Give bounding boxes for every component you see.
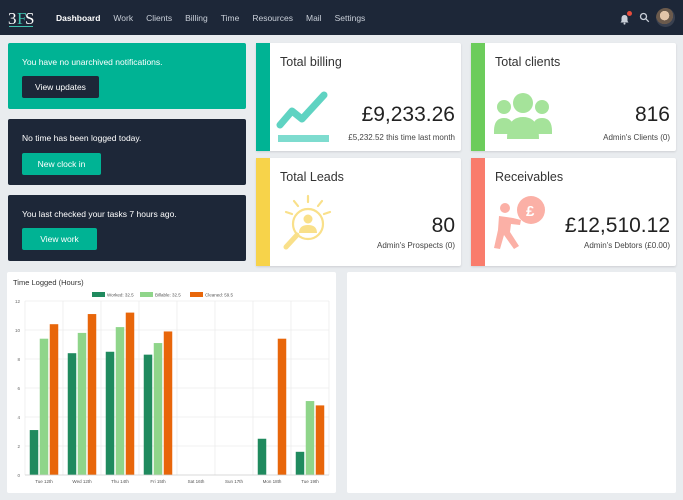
- x-tick-label: Sun 17th: [225, 479, 244, 484]
- svg-text:£: £: [526, 203, 535, 220]
- notification-bell-icon[interactable]: [619, 11, 632, 25]
- total-leads-card[interactable]: Total Leads 80 Admin's Prospects (0): [256, 158, 461, 266]
- y-tick-label: 10: [15, 328, 21, 333]
- bar-cleaned: [163, 331, 173, 475]
- receivables-value: £12,510.12: [564, 214, 670, 237]
- person-carrying-pound-icon: £: [494, 196, 545, 249]
- time-logged-message: No time has been logged today.: [22, 133, 142, 143]
- bar-cleaned: [87, 314, 97, 475]
- svg-text:3: 3: [8, 9, 17, 28]
- x-tick-label: Tue 19th: [301, 479, 319, 484]
- bar-billable: [77, 332, 87, 475]
- top-navbar: 3 F S Dashboard Work Clients Billing Tim…: [0, 0, 683, 35]
- notification-badge: [627, 11, 632, 16]
- time-logged-chart-panel: Time Logged (Hours) 0 2 4 6 8 10 12 Tue 12th Wed…: [7, 272, 336, 493]
- tasks-message: You last checked your tasks 7 hours ago.: [22, 209, 177, 219]
- bar-worked: [105, 351, 115, 475]
- billing-comparison: £5,232.52 this time last month: [348, 133, 455, 142]
- x-tick-label: Wed 12th: [72, 479, 92, 484]
- leads-title: Total Leads: [280, 170, 344, 184]
- search-icon[interactable]: [639, 12, 650, 23]
- billing-title: Total billing: [280, 55, 342, 69]
- leads-color-stripe: [256, 158, 270, 266]
- x-tick-label: Sat 16th: [188, 479, 205, 484]
- legend-label: Cleaned: 59.5: [205, 293, 234, 298]
- bar-cleaned: [49, 324, 59, 475]
- svg-text:S: S: [25, 9, 34, 28]
- y-tick-label: 0: [17, 473, 20, 478]
- receivables-title: Receivables: [495, 170, 564, 184]
- nav-right-tools: [619, 0, 675, 35]
- bar-cleaned: [315, 405, 325, 475]
- bar-worked: [143, 354, 153, 475]
- legend-swatch: [140, 292, 153, 297]
- billing-value: £9,233.26: [361, 103, 455, 126]
- bar-worked: [257, 438, 267, 475]
- y-tick-label: 6: [17, 386, 20, 391]
- prospect-search-icon: [283, 194, 332, 250]
- receivables-sub: Admin's Debtors (£0.00): [583, 241, 670, 250]
- x-tick-label: Thu 14th: [111, 479, 129, 484]
- nav-clients[interactable]: Clients: [146, 13, 172, 23]
- clients-color-stripe: [471, 43, 485, 151]
- bar-worked: [67, 353, 77, 475]
- bar-cleaned: [277, 338, 287, 475]
- tasks-card: You last checked your tasks 7 hours ago.…: [8, 195, 246, 261]
- time-logged-card: No time has been logged today. New clock…: [8, 119, 246, 185]
- clients-sub: Admin's Clients (0): [603, 133, 670, 142]
- legend-swatch: [92, 292, 105, 297]
- x-tick-label: Mon 18th: [263, 479, 282, 484]
- nav-resources[interactable]: Resources: [252, 13, 293, 23]
- users-group-icon: [494, 93, 552, 139]
- bar-billable: [39, 338, 49, 475]
- notifications-card: You have no unarchived notifications. Vi…: [8, 43, 246, 109]
- main-nav: Dashboard Work Clients Billing Time Reso…: [56, 0, 378, 35]
- legend-label: Billable: 32.5: [155, 293, 181, 298]
- legend-swatch: [190, 292, 203, 297]
- nav-mail[interactable]: Mail: [306, 13, 322, 23]
- nav-work[interactable]: Work: [113, 13, 133, 23]
- clients-title: Total clients: [495, 55, 561, 69]
- total-clients-card[interactable]: Total clients 816 Admin's Clients (0): [471, 43, 676, 151]
- leads-value: 80: [431, 214, 455, 237]
- bar-worked: [29, 430, 39, 475]
- trend-chart-icon: [276, 91, 329, 142]
- legend-label: Worked: 32.5: [107, 293, 134, 298]
- bar-worked: [295, 451, 305, 475]
- view-updates-button[interactable]: View updates: [22, 76, 99, 98]
- total-billing-card[interactable]: Total billing £9,233.26 £5,232.52 this t…: [256, 43, 461, 151]
- clients-value: 816: [634, 103, 670, 126]
- nav-settings[interactable]: Settings: [335, 13, 366, 23]
- nav-dashboard[interactable]: Dashboard: [56, 13, 100, 23]
- new-clock-in-button[interactable]: New clock in: [22, 153, 101, 175]
- x-tick-label: Fri 15th: [150, 479, 166, 484]
- empty-widget-panel: [347, 272, 676, 493]
- receivables-card[interactable]: Receivables £ £12,510.12 Admin's Debtors…: [471, 158, 676, 266]
- x-tick-label: Tue 12th: [35, 479, 53, 484]
- time-logged-bar-chart: 0 2 4 6 8 10 12 Tue 12th Wed 12th Thu 14th Fri 15t…: [15, 292, 330, 484]
- bar-billable: [115, 327, 125, 475]
- bar-billable: [305, 401, 315, 475]
- y-tick-label: 2: [17, 444, 20, 449]
- y-tick-label: 12: [15, 299, 21, 304]
- notifications-message: You have no unarchived notifications.: [22, 57, 163, 67]
- nav-time[interactable]: Time: [221, 13, 240, 23]
- billing-color-stripe: [256, 43, 270, 151]
- bar-cleaned: [125, 312, 135, 475]
- y-tick-label: 8: [17, 357, 20, 362]
- receivables-color-stripe: [471, 158, 485, 266]
- user-avatar[interactable]: [656, 8, 675, 27]
- y-tick-label: 4: [17, 415, 20, 420]
- leads-sub: Admin's Prospects (0): [377, 241, 455, 250]
- company-logo[interactable]: 3 F S: [8, 7, 34, 29]
- view-work-button[interactable]: View work: [22, 228, 97, 250]
- nav-billing[interactable]: Billing: [185, 13, 208, 23]
- bar-billable: [153, 343, 163, 475]
